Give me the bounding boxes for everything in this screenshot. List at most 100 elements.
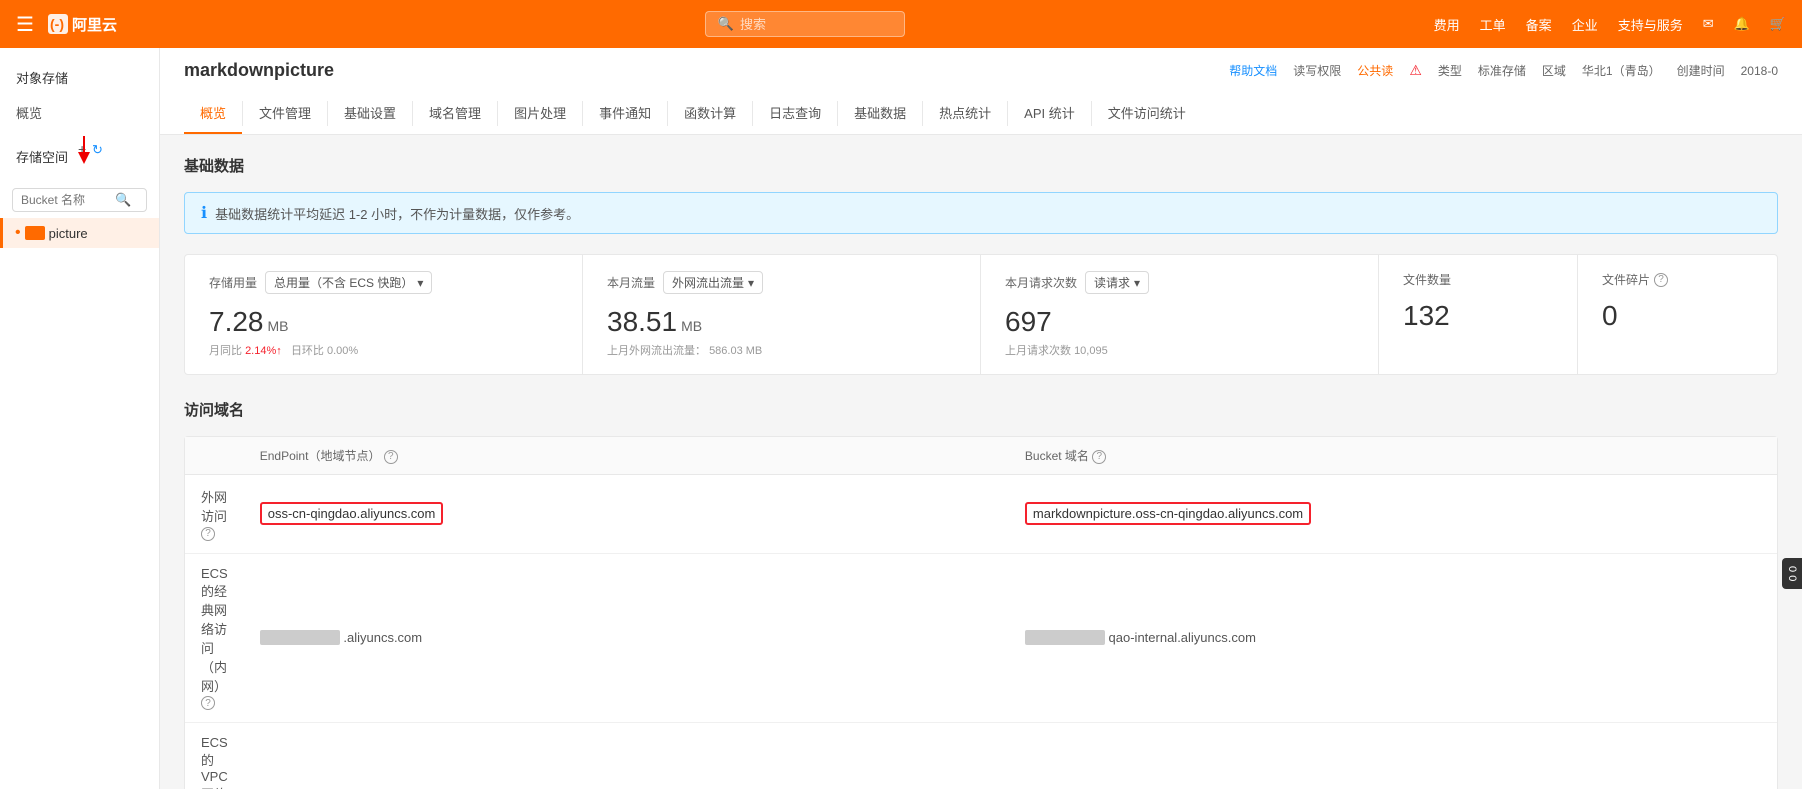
logo: (-) 阿里云 [46,10,136,38]
chevron-down-icon-3: ▾ [1134,276,1140,290]
tab-domain[interactable]: 域名管理 [413,93,497,134]
sidebar: 对象存储 概览 存储空间 + ↻ [0,48,160,789]
stat-requests: 本月请求次数 读请求 ▾ 697 上月请求次数 10,095 [981,255,1379,374]
meta-public-tag[interactable]: 公共读 [1357,62,1393,79]
meta-createtime-label: 创建时间 [1677,62,1725,79]
tab-function[interactable]: 函数计算 [668,93,752,134]
sidebar-search[interactable]: 🔍 [12,188,147,212]
layout: 对象存储 概览 存储空间 + ↻ [0,48,1802,789]
bucket-name-blur: mk [25,226,45,240]
stat-requests-value: 697 [1005,306,1354,338]
bucket-name-suffix: picture [49,226,88,241]
stat-requests-header: 本月请求次数 读请求 ▾ [1005,271,1354,294]
page-header: markdownpicture 帮助文档 读写权限 公共读 ⚠ 类型 标准存储 … [160,48,1802,135]
bucket-external-value: markdownpicture.oss-cn-qingdao.aliyuncs.… [1025,502,1311,525]
nav-links: 费用 工单 备案 企业 支持与服务 ✉ 🔔 🛒 [1434,15,1786,34]
bucket-search-icon[interactable]: 🔍 [115,192,131,208]
help-link[interactable]: 帮助文档 [1229,62,1277,79]
bucket-ecs-classic-suffix: qao-internal.aliyuncs.com [1109,630,1256,645]
bucket-active-dot: • [15,224,21,242]
svg-text:阿里云: 阿里云 [72,17,117,34]
nav-support[interactable]: 支持与服务 [1618,15,1683,34]
domain-bucket-ecs-classic: ····· qao-internal.aliyuncs.com [1009,553,1777,723]
tab-api-stats[interactable]: API 统计 [1008,93,1091,134]
stat-filecount-label: 文件数量 [1403,271,1553,288]
chevron-down-icon: ▾ [417,276,423,290]
svg-text:(-): (-) [50,16,64,32]
hamburger-icon[interactable]: ☰ [16,12,34,37]
stat-storage-label: 存储用量 [209,274,257,291]
stat-fragments: 文件碎片 ? 0 [1578,255,1777,374]
notice-text: 基础数据统计平均延迟 1-2 小时，不作为计量数据，仅作参考。 [215,204,579,223]
domain-col-endpoint-header: EndPoint（地域节点） ? [244,437,1009,475]
fragments-help-icon[interactable]: ? [1654,273,1668,287]
sidebar-storage-space-label: 存储空间 + ↻ [0,130,159,182]
tab-basic-settings[interactable]: 基础设置 [328,93,412,134]
basic-data-section-title: 基础数据 [184,155,1778,176]
domain-col-label-header [185,437,244,475]
tab-basic-data[interactable]: 基础数据 [838,93,922,134]
bucket-help-icon[interactable]: ? [1092,450,1106,464]
nav-enterprise[interactable]: 企业 [1572,15,1598,34]
sidebar-item-overview[interactable]: 概览 [0,95,159,130]
search-input[interactable] [740,17,880,32]
stat-traffic-label: 本月流量 [607,274,655,291]
stat-filecount: 文件数量 132 [1379,255,1578,374]
nav-cost[interactable]: 费用 [1434,15,1460,34]
stat-storage-value: 7.28MB [209,306,558,338]
nav-icp[interactable]: 备案 [1526,15,1552,34]
tab-overview[interactable]: 概览 [184,93,242,134]
svg-text:↻: ↻ [92,142,103,157]
message-icon[interactable]: ✉ [1703,16,1714,32]
chevron-down-icon-2: ▾ [748,276,754,290]
page-title: markdownpicture [184,60,334,81]
tab-file-management[interactable]: 文件管理 [243,93,327,134]
warning-icon-meta: ⚠ [1409,62,1422,79]
stat-traffic-header: 本月流量 外网流出流量 ▾ [607,271,956,294]
external-help-icon[interactable]: ? [201,527,215,541]
domain-table: EndPoint（地域节点） ? Bucket 域名 ? [185,437,1777,789]
domain-bucket-external: markdownpicture.oss-cn-qingdao.aliyuncs.… [1009,475,1777,554]
endpoint-ecs-classic-suffix: .aliyuncs.com [343,630,422,645]
bucket-search-input[interactable] [21,193,111,207]
meta-readwrite-label: 读写权限 [1293,62,1341,79]
content: 基础数据 ℹ 基础数据统计平均延迟 1-2 小时，不作为计量数据，仅作参考。 存… [160,135,1802,789]
domain-section: EndPoint（地域节点） ? Bucket 域名 ? [184,436,1778,789]
page-meta: 帮助文档 读写权限 公共读 ⚠ 类型 标准存储 区域 华北1（青岛） 创建时间 … [1229,62,1778,79]
aliyun-logo: (-) 阿里云 [46,10,136,38]
ecs-classic-help-icon[interactable]: ? [201,696,215,710]
stat-storage-selector[interactable]: 总用量（不含 ECS 快跑） ▾ [265,271,432,294]
stat-storage: 存储用量 总用量（不含 ECS 快跑） ▾ 7.28MB 月同比 2.14%↑ [185,255,583,374]
endpoint-help-icon[interactable]: ? [384,450,398,464]
tab-image[interactable]: 图片处理 [498,93,582,134]
tab-hotspot[interactable]: 热点统计 [923,93,1007,134]
domain-label-ecs-vpc: ECS 的 VPC 网络访问（内网） ? [185,723,244,789]
meta-createtime-value: 2018-0 [1741,64,1778,78]
bell-icon[interactable]: 🔔 [1734,16,1750,32]
stat-traffic: 本月流量 外网流出流量 ▾ 38.51MB 上月外网流出流量： 586.03 M… [583,255,981,374]
stat-requests-selector[interactable]: 读请求 ▾ [1085,271,1149,294]
stat-fragments-label: 文件碎片 ? [1602,271,1753,288]
domain-row-ecs-vpc: ECS 的 VPC 网络访问（内网） ? oss-cn-qi ···· uncs… [185,723,1777,789]
domain-label-external: 外网访问 ? [185,475,244,554]
cart-icon[interactable]: 🛒 [1770,16,1786,32]
endpoint-external-value: oss-cn-qingdao.aliyuncs.com [260,502,444,525]
notice-bar: ℹ 基础数据统计平均延迟 1-2 小时，不作为计量数据，仅作参考。 [184,192,1778,234]
bucket-item-markdownpicture[interactable]: • mk picture [0,218,159,248]
stat-traffic-value: 38.51MB [607,306,956,338]
tab-log[interactable]: 日志查询 [753,93,837,134]
endpoint-ecs-classic-blur: ····· [260,630,340,645]
search-box[interactable]: 🔍 [705,11,905,37]
tab-event[interactable]: 事件通知 [583,93,667,134]
domain-label-ecs-classic: ECS 的经典网络访问（内网） ? [185,553,244,723]
access-domain-title: 访问域名 [184,399,1778,420]
nav-ticket[interactable]: 工单 [1480,15,1506,34]
meta-standard-value: 标准存储 [1478,62,1526,79]
stat-fragments-value: 0 [1602,300,1753,332]
top-nav: ☰ (-) 阿里云 🔍 费用 工单 备案 企业 支持与服务 ✉ 🔔 🛒 [0,0,1802,48]
stat-requests-sub: 上月请求次数 10,095 [1005,342,1354,358]
meta-region-value: 华北1（青岛） [1582,62,1661,79]
tab-file-access-stats[interactable]: 文件访问统计 [1092,93,1202,134]
stat-traffic-selector[interactable]: 外网流出流量 ▾ [663,271,763,294]
domain-bucket-ecs-vpc: ····· [1009,723,1777,789]
